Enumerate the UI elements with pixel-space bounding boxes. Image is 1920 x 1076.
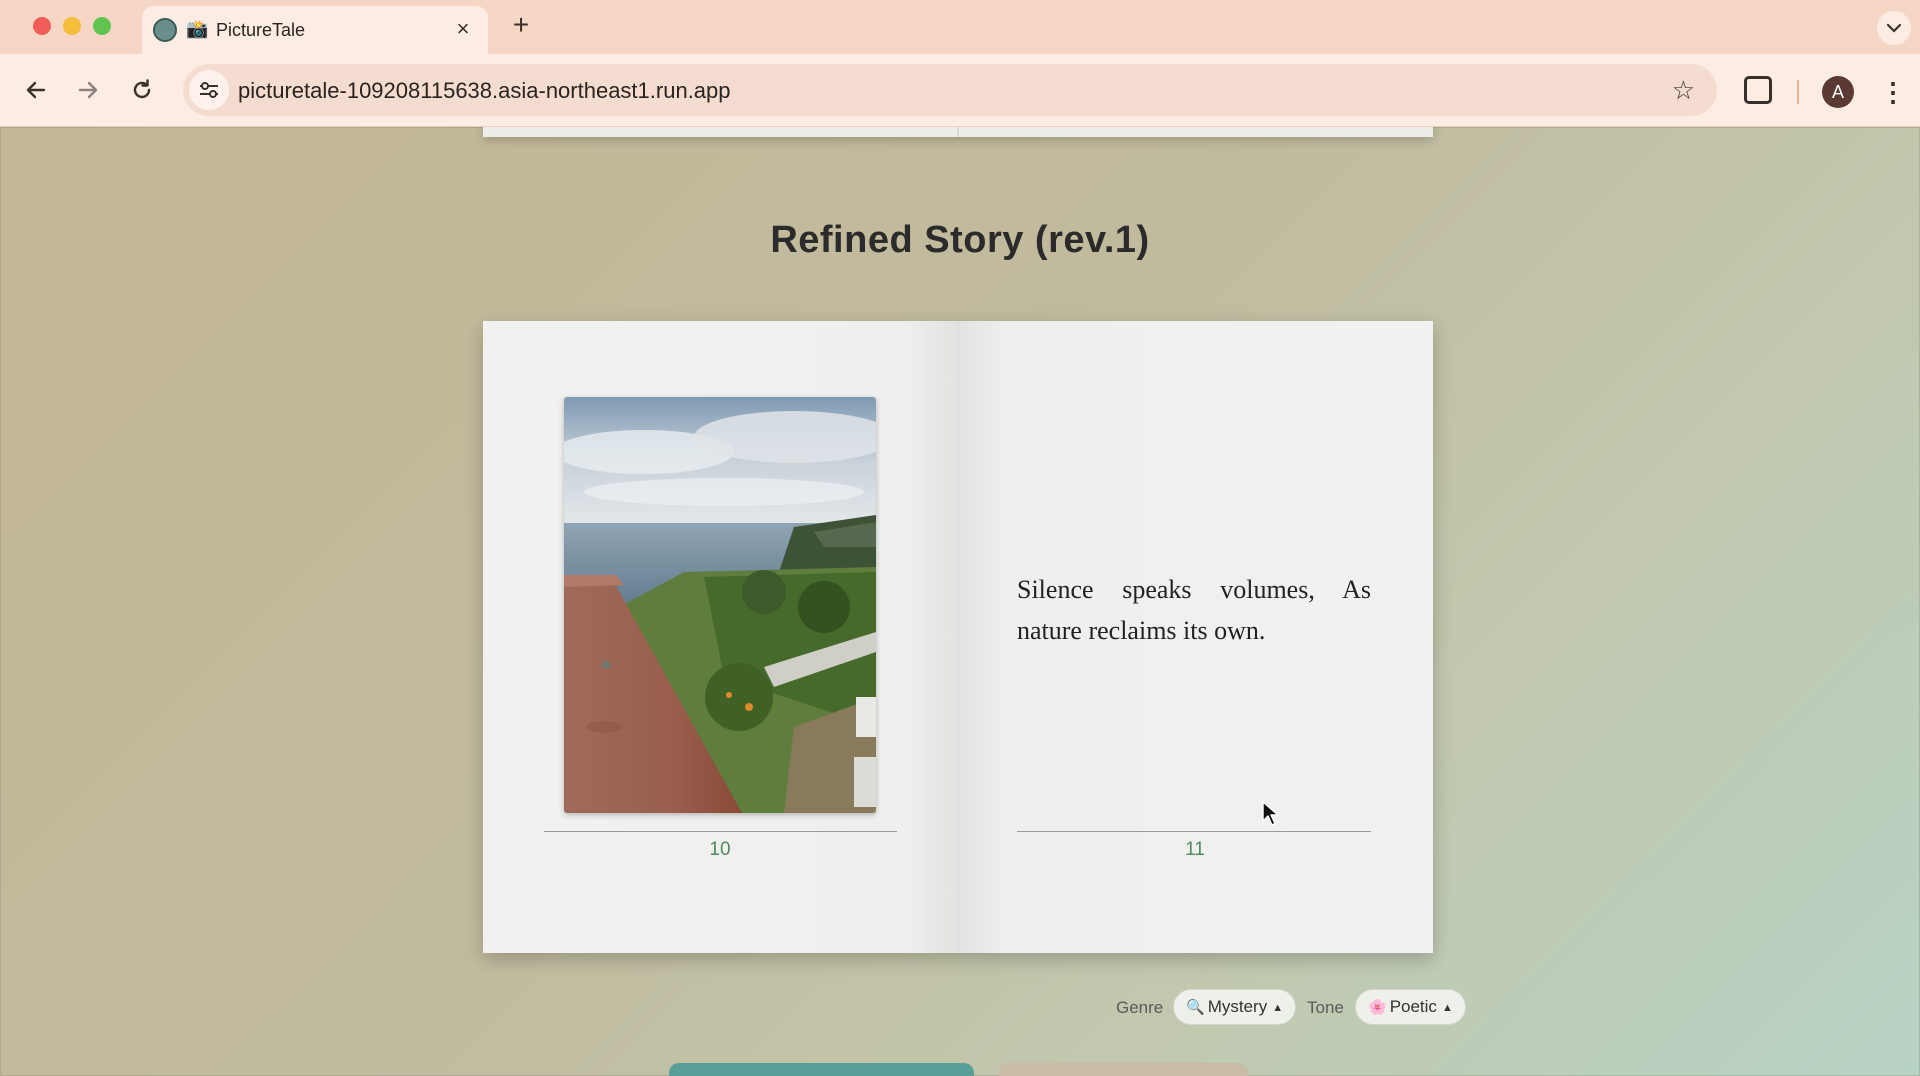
page-divider-line	[544, 831, 897, 832]
reload-button[interactable]	[122, 70, 162, 110]
minimize-window-button[interactable]	[63, 17, 81, 35]
profile-avatar[interactable]: A	[1822, 76, 1854, 108]
magnifier-icon: 🔍	[1186, 999, 1205, 1016]
browser-toolbar: picturetale-109208115638.asia-northeast1…	[0, 54, 1920, 127]
genre-label: Genre	[1116, 998, 1164, 1017]
toolbar-divider	[1797, 80, 1799, 104]
site-favicon-icon	[153, 18, 177, 42]
camera-icon: 📸	[186, 19, 209, 39]
tab-bar: 📸 PictureTale × +	[0, 0, 1920, 54]
page-divider-line	[1017, 831, 1371, 832]
reload-icon	[133, 79, 151, 99]
address-bar[interactable]: picturetale-109208115638.asia-northeast1…	[183, 64, 1717, 116]
right-page: Silence speaks volumes, As nature reclai…	[957, 321, 1433, 953]
back-arrow-icon	[26, 81, 46, 99]
tab-search-button[interactable]	[1877, 11, 1911, 45]
caret-up-icon: ▲	[1441, 1002, 1453, 1014]
forward-button[interactable]	[68, 70, 108, 110]
maximize-window-button[interactable]	[93, 17, 111, 35]
tone-select[interactable]: 🌸 Poetic ▲	[1355, 989, 1466, 1025]
more-menu-icon[interactable]: ⋮	[1880, 74, 1906, 110]
primary-action-button[interactable]	[669, 1063, 974, 1076]
tone-label: Tone	[1307, 998, 1344, 1017]
story-photo	[564, 397, 876, 813]
site-info-icon	[200, 82, 218, 98]
close-window-button[interactable]	[33, 17, 51, 35]
storybook-spread: 10 Silence speaks volumes, As nature rec…	[483, 321, 1433, 953]
forward-arrow-icon	[78, 81, 98, 99]
close-tab-icon[interactable]: ×	[450, 16, 476, 42]
caret-up-icon: ▲	[1272, 1002, 1284, 1014]
extensions-icon[interactable]	[1744, 76, 1772, 104]
coastal-landscape-image	[564, 397, 876, 813]
chevron-down-icon	[1886, 23, 1902, 33]
page-viewport: Refined Story (rev.1) 10 Silence speaks …	[0, 127, 1920, 1076]
tone-value: Poetic	[1389, 997, 1437, 1016]
genre-value: Mystery	[1207, 997, 1268, 1016]
tab-title: PictureTale	[216, 20, 306, 40]
site-info-button[interactable]	[189, 70, 229, 110]
mouse-pointer-icon	[1262, 801, 1279, 826]
url-text[interactable]: picturetale-109208115638.asia-northeast1…	[238, 78, 731, 104]
back-button[interactable]	[16, 70, 56, 110]
blossom-icon: 🌸	[1368, 999, 1387, 1016]
section-title: Refined Story (rev.1)	[770, 219, 1150, 261]
secondary-action-button[interactable]	[999, 1063, 1248, 1076]
bookmark-star-icon[interactable]: ☆	[1672, 74, 1695, 106]
left-page: 10	[483, 321, 957, 953]
new-tab-button[interactable]: +	[506, 10, 536, 40]
page-number: 11	[1185, 839, 1205, 860]
genre-select[interactable]: 🔍 Mystery ▲	[1173, 989, 1297, 1025]
previous-book-edge	[483, 127, 1433, 137]
story-text: Silence speaks volumes, As nature reclai…	[1017, 575, 1371, 645]
active-tab[interactable]: 📸 PictureTale ×	[142, 6, 488, 54]
page-number: 10	[709, 839, 731, 860]
